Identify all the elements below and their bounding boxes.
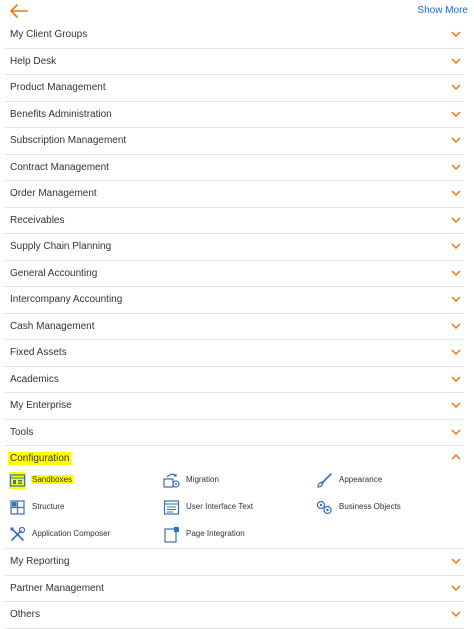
tile-application-composer[interactable]: Application Composer [9, 526, 149, 544]
group-my-enterprise[interactable]: My Enterprise [5, 393, 464, 420]
group-partner-management[interactable]: Partner Management [5, 576, 464, 602]
chevron-down-icon [451, 57, 461, 64]
chevron-down-icon [451, 137, 461, 144]
tile-label: Application Composer [32, 529, 111, 538]
chevron-down-icon [451, 375, 461, 382]
group-label: Subscription Management [10, 135, 127, 146]
tile-structure[interactable]: Structure [9, 499, 149, 517]
chevron-down-icon [451, 322, 461, 329]
group-label: General Accounting [10, 267, 98, 279]
configuration-header[interactable]: Configuration [5, 446, 464, 472]
tile-label: Page Integration [186, 529, 245, 538]
brush-icon [317, 473, 332, 488]
tile-label: Business Objects [339, 502, 401, 511]
group-label: Contract Management [10, 161, 109, 173]
group-label: Product Management [10, 82, 106, 93]
group-label: My Client Groups [10, 29, 88, 40]
tile-sandboxes[interactable]: Sandboxes [9, 472, 149, 490]
navigator-list: My Client Groups Help Desk Product Manag… [5, 22, 464, 629]
group-label: Benefits Administration [10, 108, 112, 120]
tile-label: Migration [186, 475, 219, 484]
group-contract-management[interactable]: Contract Management [5, 155, 464, 181]
chevron-down-icon [451, 428, 461, 435]
chevron-down-icon [451, 190, 461, 197]
group-intercompany-accounting[interactable]: Intercompany Accounting [5, 287, 464, 314]
chevron-down-icon [451, 110, 461, 117]
tile-business-objects[interactable]: Business Objects [316, 499, 456, 517]
group-label: Order Management [10, 188, 97, 199]
top-bar: Show More [0, 0, 474, 22]
migration-icon [163, 473, 180, 488]
chevron-down-icon [451, 611, 461, 618]
group-subscription-management[interactable]: Subscription Management [5, 128, 464, 155]
group-help-desk[interactable]: Help Desk [5, 49, 464, 75]
chevron-down-icon [451, 269, 461, 276]
tile-label: Sandboxes [31, 475, 74, 484]
group-label: My Reporting [10, 556, 70, 567]
chevron-down-icon [451, 584, 461, 591]
group-label: Cash Management [10, 320, 95, 332]
show-more-link[interactable]: Show More [417, 5, 468, 16]
group-cash-management[interactable]: Cash Management [5, 314, 464, 340]
chevron-down-icon [451, 216, 461, 223]
chevron-down-icon [451, 84, 461, 91]
configuration-label: Configuration [8, 452, 72, 465]
chevron-down-icon [451, 296, 461, 303]
tile-label: Appearance [339, 475, 383, 484]
group-benefits-administration[interactable]: Benefits Administration [5, 102, 464, 128]
chevron-down-icon [451, 243, 461, 250]
group-label: My Enterprise [10, 400, 72, 411]
chevron-down-icon [451, 558, 461, 565]
tile-label: Structure [32, 502, 65, 511]
group-academics[interactable]: Academics [5, 367, 464, 393]
tile-page-integration[interactable]: Page Integration [163, 526, 303, 544]
chevron-down-icon [451, 31, 461, 38]
group-my-reporting[interactable]: My Reporting [5, 549, 464, 576]
chevron-up-icon [451, 453, 461, 460]
tools-icon [10, 526, 26, 541]
sandbox-icon [9, 472, 26, 489]
group-label: Supply Chain Planning [10, 241, 112, 252]
tile-migration[interactable]: Migration [163, 472, 303, 490]
group-label: Academics [10, 373, 59, 385]
group-order-management[interactable]: Order Management [5, 181, 464, 208]
group-others[interactable]: Others [5, 602, 464, 629]
group-my-client-groups[interactable]: My Client Groups [5, 22, 464, 49]
tile-user-interface-text[interactable]: User Interface Text [163, 499, 303, 517]
group-receivables[interactable]: Receivables [5, 208, 464, 234]
chevron-down-icon [451, 163, 461, 170]
chevron-down-icon [451, 402, 461, 409]
group-label: Others [10, 609, 41, 620]
ui-text-icon [163, 500, 180, 515]
tile-appearance[interactable]: Appearance [316, 472, 456, 490]
group-label: Fixed Assets [10, 347, 67, 358]
group-supply-chain-planning[interactable]: Supply Chain Planning [5, 234, 464, 261]
group-label: Intercompany Accounting [10, 294, 123, 305]
group-label: Help Desk [10, 55, 57, 67]
page-integration-icon [164, 527, 179, 543]
group-label: Partner Management [10, 582, 104, 594]
group-tools[interactable]: Tools [5, 420, 464, 446]
group-configuration: Configuration Sandboxes Migration Appear… [5, 446, 464, 549]
structure-icon [10, 500, 25, 515]
group-product-management[interactable]: Product Management [5, 75, 464, 102]
chevron-down-icon [451, 349, 461, 356]
group-general-accounting[interactable]: General Accounting [5, 261, 464, 287]
business-objects-icon [316, 500, 332, 515]
tile-label: User Interface Text [186, 502, 253, 511]
arrow-left-icon[interactable] [9, 3, 29, 19]
group-label: Tools [10, 426, 34, 438]
group-label: Receivables [10, 214, 65, 226]
group-fixed-assets[interactable]: Fixed Assets [5, 340, 464, 367]
